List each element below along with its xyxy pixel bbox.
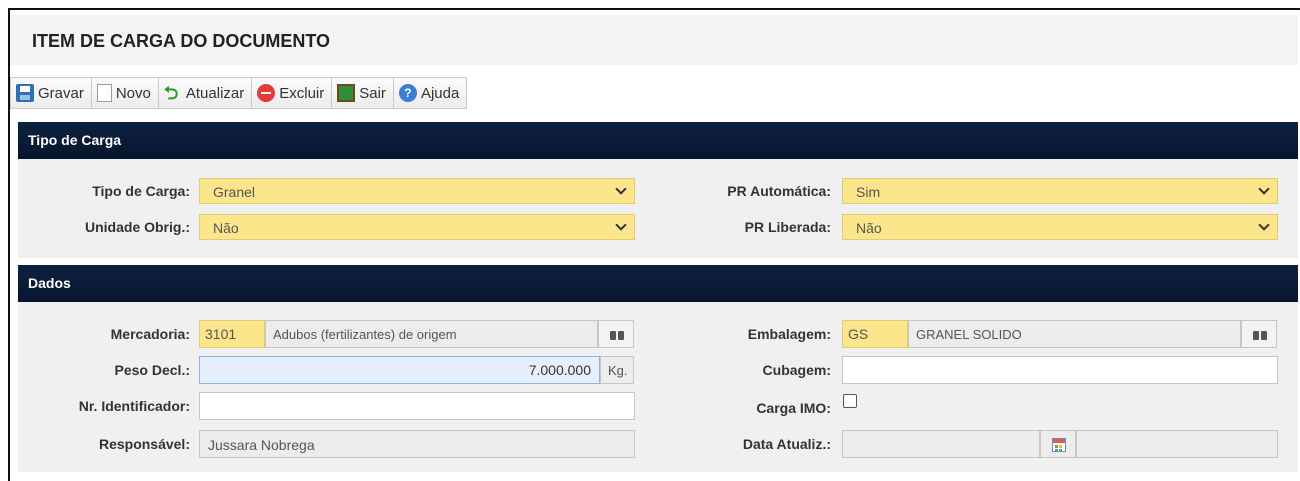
responsavel-label: Responsável: — [98, 436, 190, 452]
mercadoria-description: Adubos (fertilizantes) de origem — [265, 320, 598, 348]
binoculars-icon — [610, 328, 624, 340]
pr-liberada-label: PR Liberada: — [744, 219, 831, 235]
responsavel-value: Jussara Nobrega — [208, 437, 315, 453]
mercadoria-description-text: Adubos (fertilizantes) de origem — [273, 327, 457, 342]
section-title: Tipo de Carga — [28, 132, 122, 148]
tipo-carga-select[interactable]: Granel — [199, 178, 635, 204]
calendar-icon — [1052, 438, 1066, 452]
unidade-obrig-value: Não — [213, 220, 239, 236]
page-title: ITEM DE CARGA DO DOCUMENTO — [32, 31, 331, 51]
data-atualiz-time-field — [1076, 430, 1278, 458]
section-body-tipo-carga — [18, 159, 1298, 258]
embalagem-label: Embalagem: — [747, 326, 831, 342]
new-button-label: Novo — [115, 84, 151, 102]
embalagem-description: GRANEL SOLIDO — [908, 320, 1241, 348]
embalagem-code: GS — [848, 326, 869, 342]
delete-button[interactable]: Excluir — [251, 77, 333, 109]
data-atualiz-date-field — [842, 430, 1040, 458]
refresh-icon: ⮌ — [163, 83, 179, 103]
tipo-carga-value: Granel — [213, 184, 256, 200]
delete-button-label: Excluir — [279, 84, 325, 102]
pr-liberada-value: Não — [856, 220, 882, 236]
embalagem-description-text: GRANEL SOLIDO — [916, 327, 1022, 342]
new-document-icon — [96, 84, 112, 102]
section-title: Dados — [28, 275, 71, 291]
peso-decl-label: Peso Decl.: — [114, 362, 190, 378]
tipo-carga-label: Tipo de Carga: — [92, 183, 190, 199]
embalagem-code-input[interactable]: GS — [842, 320, 908, 348]
title-bar: ITEM DE CARGA DO DOCUMENTO — [10, 15, 1298, 65]
save-button-label: Gravar — [38, 84, 84, 102]
peso-unit: Kg. — [600, 356, 634, 384]
embalagem-lookup-button[interactable] — [1241, 320, 1277, 348]
help-button[interactable]: ? Ajuda — [392, 77, 468, 109]
pr-automatica-value: Sim — [856, 184, 881, 200]
chevron-down-icon — [1257, 183, 1271, 197]
mercadoria-code-input[interactable]: 3101 — [199, 320, 265, 348]
unidade-obrig-select[interactable]: Não — [199, 214, 635, 240]
chevron-down-icon — [1257, 219, 1271, 233]
refresh-button[interactable]: ⮌ Atualizar — [157, 77, 253, 109]
new-button[interactable]: Novo — [90, 77, 159, 109]
peso-decl-input[interactable]: 7.000.000 — [199, 356, 600, 384]
toolbar: Gravar Novo ⮌ Atualizar Excluir Sair ? A… — [10, 77, 468, 109]
exit-button-label: Sair — [359, 84, 386, 102]
help-icon: ? — [398, 84, 417, 102]
nr-identificador-label: Nr. Identificador: — [78, 398, 190, 414]
chevron-down-icon — [614, 219, 628, 233]
mercadoria-lookup-button[interactable] — [598, 320, 634, 348]
save-button[interactable]: Gravar — [10, 77, 92, 109]
peso-decl-value: 7.000.000 — [528, 362, 591, 378]
carga-imo-checkbox[interactable] — [843, 394, 857, 408]
help-button-label: Ajuda — [420, 84, 460, 102]
binoculars-icon — [1253, 328, 1267, 340]
delete-icon — [257, 84, 276, 102]
responsavel-field: Jussara Nobrega — [199, 430, 635, 458]
cubagem-input[interactable] — [842, 356, 1278, 384]
peso-unit-text: Kg. — [608, 363, 628, 378]
mercadoria-code: 3101 — [205, 326, 237, 342]
carga-imo-label: Carga IMO: — [756, 400, 831, 416]
calendar-button[interactable] — [1040, 430, 1076, 458]
exit-door-icon — [337, 84, 356, 102]
mercadoria-label: Mercadoria: — [110, 326, 190, 342]
chevron-down-icon — [614, 183, 628, 197]
pr-liberada-select[interactable]: Não — [842, 214, 1278, 240]
section-header-tipo-carga: Tipo de Carga — [18, 122, 1298, 159]
pr-automatica-label: PR Automática: — [727, 183, 831, 199]
pr-automatica-select[interactable]: Sim — [842, 178, 1278, 204]
refresh-button-label: Atualizar — [185, 84, 245, 102]
section-header-dados: Dados — [18, 265, 1298, 302]
save-icon — [16, 84, 34, 102]
data-atualiz-label: Data Atualiz.: — [742, 436, 831, 452]
exit-button[interactable]: Sair — [331, 77, 394, 109]
cubagem-label: Cubagem: — [762, 362, 831, 378]
unidade-obrig-label: Unidade Obrig.: — [85, 219, 190, 235]
nr-identificador-input[interactable] — [199, 392, 635, 420]
